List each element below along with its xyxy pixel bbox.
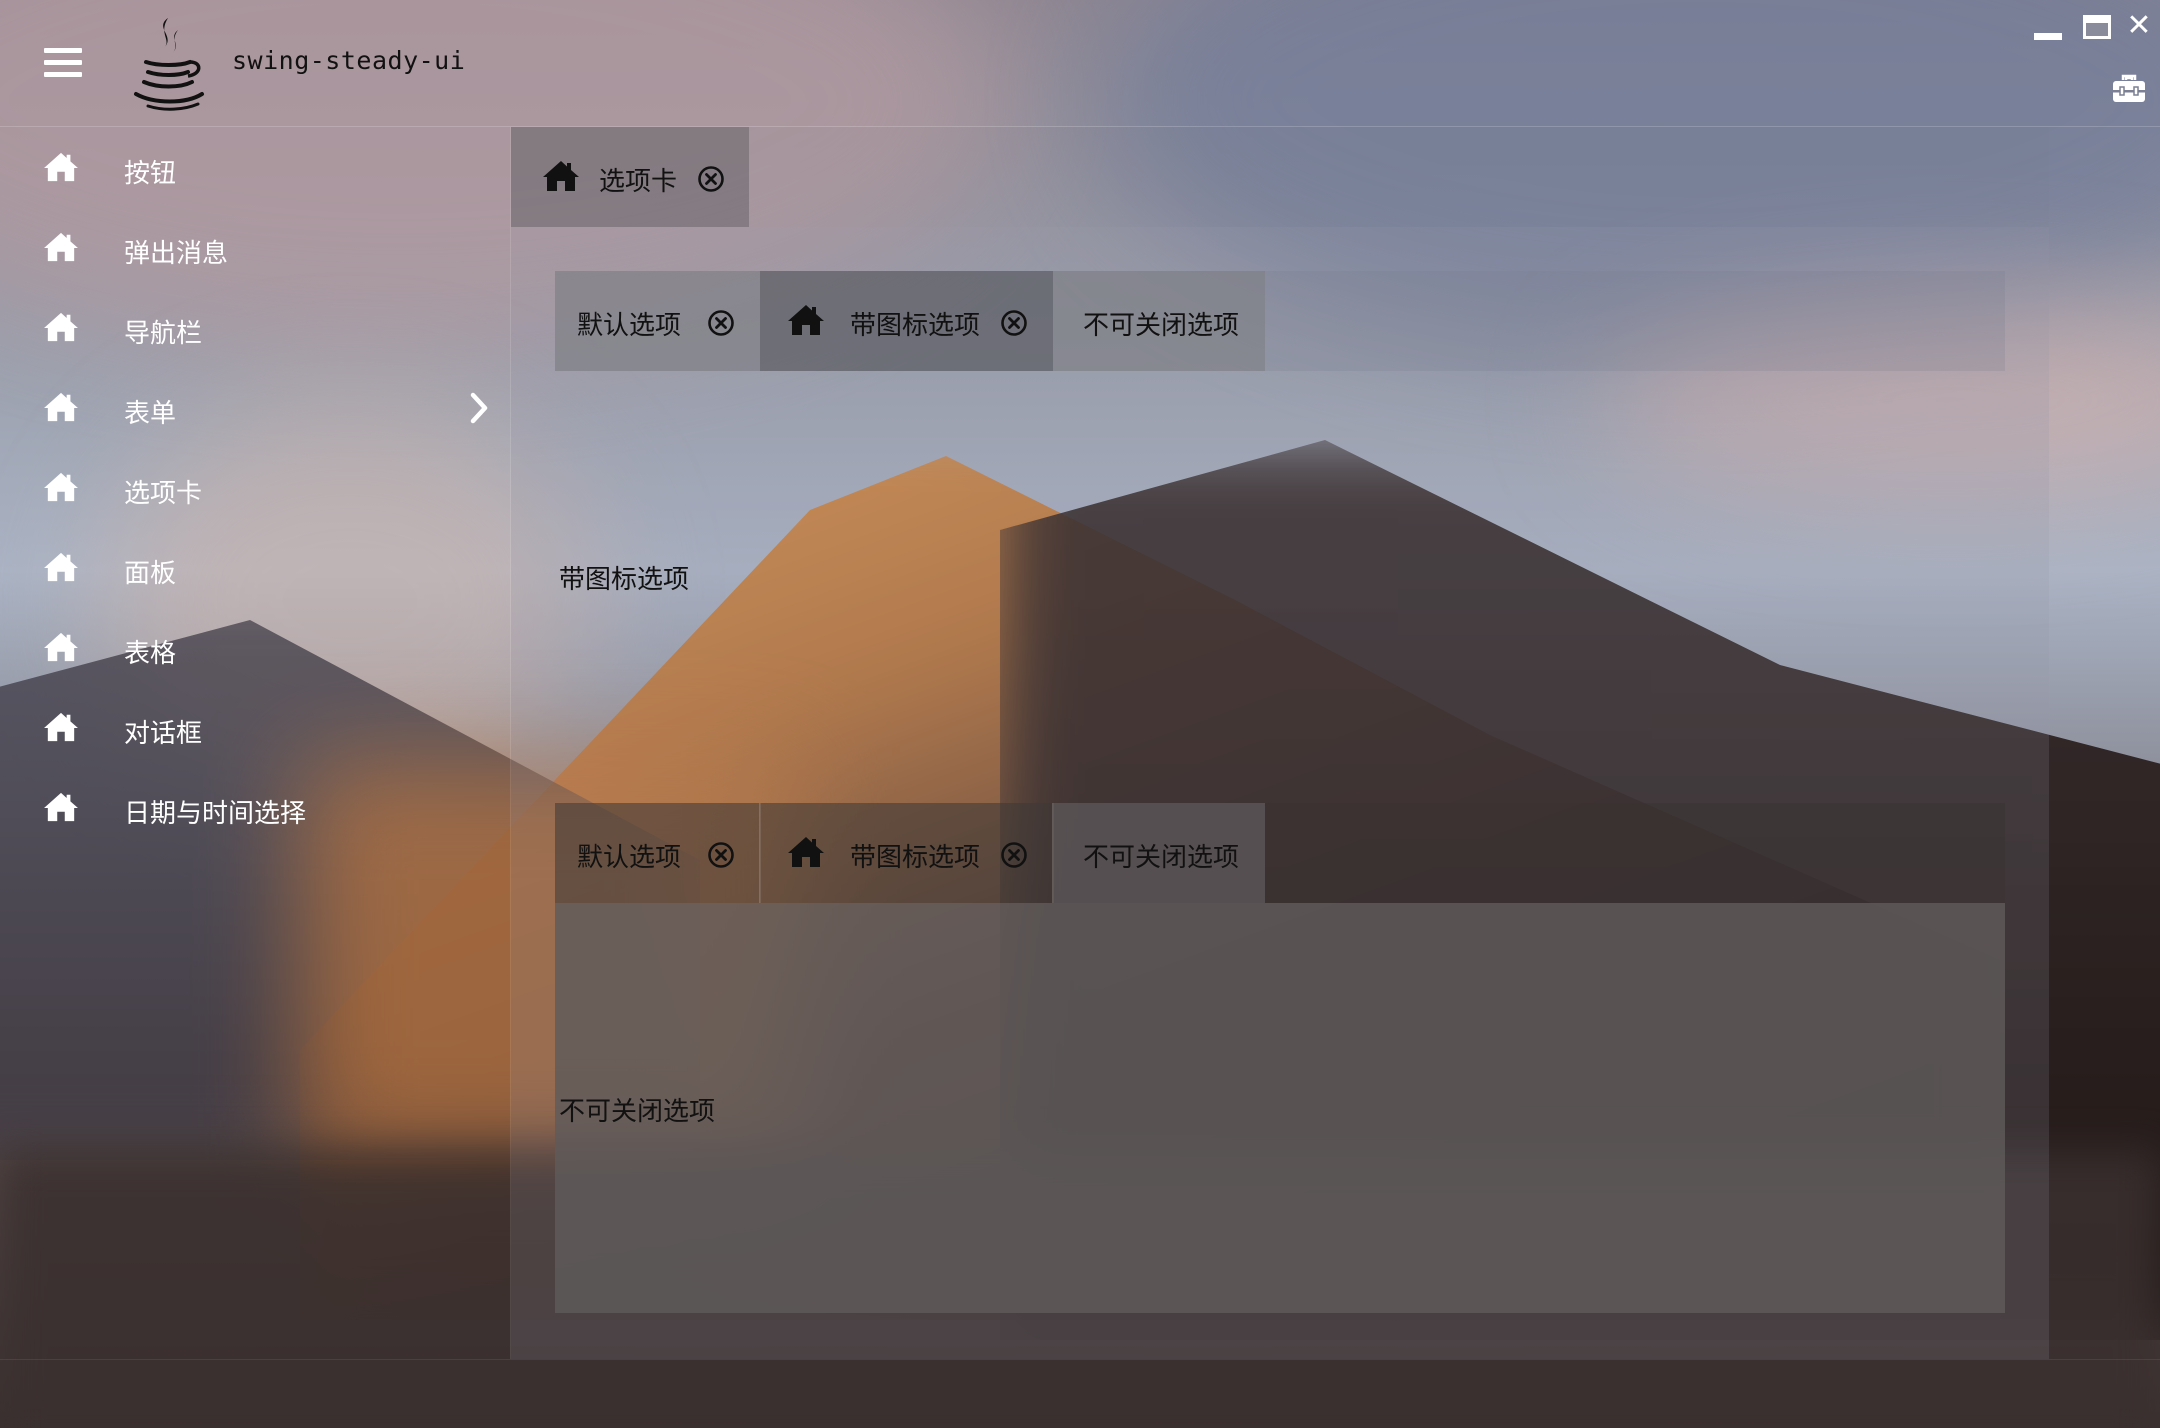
tab-label: 不可关闭选项 <box>1083 311 1240 341</box>
java-logo <box>134 18 204 111</box>
tabset-1-tab-bar: 默认选项 带图标选项 不可关闭选项 <box>555 271 2005 371</box>
tab-label: 默认选项 <box>577 843 682 873</box>
hamburger-menu-icon[interactable] <box>44 48 82 78</box>
tab-default-option[interactable]: 默认选项 <box>555 803 760 903</box>
tabset-2-tab-bar: 默认选项 带图标选项 不可关闭选项 <box>555 803 2005 903</box>
home-icon <box>786 303 826 337</box>
tab-icon-option[interactable]: 带图标选项 <box>760 271 1053 371</box>
sidebar-item-label: 弹出消息 <box>124 239 229 269</box>
home-icon <box>42 471 80 503</box>
sidebar-item-buttons[interactable]: 按钮 <box>0 127 510 207</box>
tabset-1-panel-text: 带图标选项 <box>559 565 690 595</box>
sidebar-item-navbar[interactable]: 导航栏 <box>0 287 510 367</box>
close-tab-icon[interactable] <box>697 165 725 193</box>
sidebar-item-label: 按钮 <box>124 159 177 189</box>
status-bar-divider <box>0 1359 2160 1360</box>
tab-non-closable-option[interactable]: 不可关闭选项 <box>1053 271 1265 371</box>
tab-label: 不可关闭选项 <box>1083 843 1240 873</box>
sidebar-item-label: 导航栏 <box>124 319 203 349</box>
home-icon <box>42 391 80 423</box>
home-icon <box>42 631 80 663</box>
toolbox-icon[interactable] <box>2112 74 2146 104</box>
tab-label: 带图标选项 <box>850 843 981 873</box>
app-title: swing-steady-ui <box>232 46 466 75</box>
sidebar-item-tabs[interactable]: 选项卡 <box>0 447 510 527</box>
tab-non-closable-option[interactable]: 不可关闭选项 <box>1053 803 1265 903</box>
tab-icon-option[interactable]: 带图标选项 <box>760 803 1053 903</box>
home-icon <box>42 711 80 743</box>
chevron-right-icon[interactable] <box>468 391 490 425</box>
close-tab-icon[interactable] <box>1000 309 1028 337</box>
home-icon <box>42 231 80 263</box>
sidebar-item-label: 表格 <box>124 639 177 669</box>
outer-tab-bar: 选项卡 <box>511 127 2049 227</box>
sidebar: 按钮 弹出消息 导航栏 表单 选项卡 面板 表格 对话框 日期与时间选择 <box>0 127 511 1359</box>
tabset-2-panel: 不可关闭选项 <box>555 903 2005 1313</box>
home-icon <box>42 791 80 823</box>
sidebar-item-popup-message[interactable]: 弹出消息 <box>0 207 510 287</box>
sidebar-item-dialog[interactable]: 对话框 <box>0 687 510 767</box>
tab-label: 带图标选项 <box>850 311 981 341</box>
sidebar-item-label: 表单 <box>124 399 177 429</box>
home-icon <box>42 551 80 583</box>
title-bar: swing-steady-ui ✕ <box>0 0 2160 127</box>
home-icon <box>42 151 80 183</box>
close-tab-icon[interactable] <box>1000 841 1028 869</box>
minimize-icon[interactable] <box>2034 22 2064 40</box>
content-area: 选项卡 默认选项 带图标选项 不可关闭选项 带图标选项 默认选项 带图标选项 不… <box>511 127 2049 1359</box>
close-tab-icon[interactable] <box>707 309 735 337</box>
tab-label: 选项卡 <box>599 167 678 197</box>
tab-default-option[interactable]: 默认选项 <box>555 271 760 371</box>
sidebar-item-form[interactable]: 表单 <box>0 367 510 447</box>
close-icon[interactable]: ✕ <box>2126 11 2152 41</box>
home-icon <box>541 159 581 193</box>
tab-label: 默认选项 <box>577 311 682 341</box>
sidebar-item-label: 面板 <box>124 559 177 589</box>
home-icon <box>786 835 826 869</box>
sidebar-item-label: 选项卡 <box>124 479 203 509</box>
maximize-icon[interactable] <box>2082 14 2112 40</box>
sidebar-item-label: 对话框 <box>124 719 203 749</box>
sidebar-item-panel[interactable]: 面板 <box>0 527 510 607</box>
sidebar-item-table[interactable]: 表格 <box>0 607 510 687</box>
sidebar-item-datetime-picker[interactable]: 日期与时间选择 <box>0 767 510 847</box>
tab-tabs-page[interactable]: 选项卡 <box>511 127 749 227</box>
sidebar-item-label: 日期与时间选择 <box>124 799 307 829</box>
home-icon <box>42 311 80 343</box>
tabset-2-panel-text: 不可关闭选项 <box>559 1097 716 1127</box>
close-tab-icon[interactable] <box>707 841 735 869</box>
